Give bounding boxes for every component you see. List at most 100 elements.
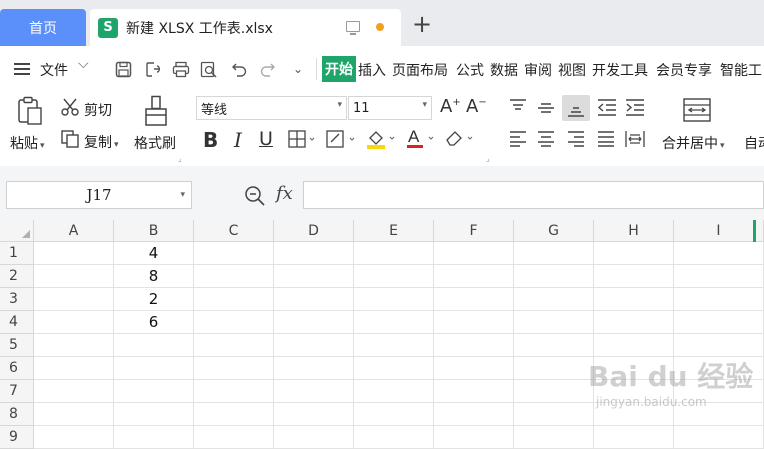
cell-d5[interactable] — [274, 334, 354, 357]
output-pdf-icon[interactable] — [142, 58, 164, 80]
menu-tab-start[interactable]: 开始 — [322, 56, 356, 82]
save-icon[interactable] — [112, 58, 134, 80]
cell-h5[interactable] — [594, 334, 674, 357]
distribute-icon[interactable] — [624, 129, 646, 153]
cell-a8[interactable] — [34, 403, 114, 426]
cell-e1[interactable] — [354, 242, 434, 265]
tab-home[interactable]: 首页 — [0, 9, 86, 46]
decrease-font-size-icon[interactable]: A− — [466, 96, 487, 117]
cell-d2[interactable] — [274, 265, 354, 288]
row-header-1[interactable]: 1 — [0, 242, 34, 265]
cell-e8[interactable] — [354, 403, 434, 426]
font-color-icon[interactable]: A — [406, 126, 438, 154]
insert-function-button[interactable]: fx — [276, 183, 293, 204]
cell-a3[interactable] — [34, 288, 114, 311]
cell-a6[interactable] — [34, 357, 114, 380]
font-name-select[interactable]: 等线 ▾ — [196, 96, 347, 120]
auto-wrap-button[interactable]: 自动 — [744, 133, 764, 153]
menu-tab-member[interactable]: 会员专享 — [656, 60, 712, 80]
cell-b1[interactable]: 4 — [114, 242, 194, 265]
print-icon[interactable] — [170, 58, 192, 80]
cell-f4[interactable] — [434, 311, 514, 334]
column-header-d[interactable]: D — [274, 220, 354, 242]
cell-i3[interactable] — [674, 288, 764, 311]
undo-icon[interactable] — [228, 58, 250, 80]
cell-e7[interactable] — [354, 380, 434, 403]
cell-d7[interactable] — [274, 380, 354, 403]
cell-d1[interactable] — [274, 242, 354, 265]
cell-i1[interactable] — [674, 242, 764, 265]
menu-tab-developer[interactable]: 开发工具 — [592, 60, 648, 80]
cell-g8[interactable] — [514, 403, 594, 426]
format-painter-button[interactable]: 格式刷 — [134, 133, 176, 153]
chevron-down-icon[interactable]: ⌵ — [78, 56, 89, 72]
column-header-b[interactable]: B — [114, 220, 194, 242]
row-header-5[interactable]: 5 — [0, 334, 34, 357]
name-box[interactable]: J17 ▾ — [6, 181, 192, 209]
italic-icon[interactable]: I — [234, 128, 242, 152]
fill-color-icon[interactable] — [366, 128, 398, 154]
cell-c5[interactable] — [194, 334, 274, 357]
cell-h2[interactable] — [594, 265, 674, 288]
cell-b7[interactable] — [114, 380, 194, 403]
cell-c1[interactable] — [194, 242, 274, 265]
cell-a7[interactable] — [34, 380, 114, 403]
cell-g3[interactable] — [514, 288, 594, 311]
cell-e4[interactable] — [354, 311, 434, 334]
clipboard-group-expand-icon[interactable]: ⌟ — [178, 154, 182, 163]
paste-icon[interactable] — [16, 96, 44, 130]
cell-i5[interactable] — [674, 334, 764, 357]
cell-b2[interactable]: 8 — [114, 265, 194, 288]
decrease-indent-icon[interactable] — [596, 98, 618, 122]
row-header-3[interactable]: 3 — [0, 288, 34, 311]
select-all-corner[interactable] — [0, 220, 34, 242]
cell-e3[interactable] — [354, 288, 434, 311]
cell-c4[interactable] — [194, 311, 274, 334]
quick-access-more-icon[interactable]: ⌄ — [287, 58, 309, 80]
align-left-icon[interactable] — [508, 130, 528, 152]
merge-center-button[interactable]: 合并居中 ▾ — [662, 133, 725, 153]
menu-tab-formulas[interactable]: 公式 — [456, 60, 484, 80]
align-top-icon[interactable] — [508, 98, 528, 122]
cell-g1[interactable] — [514, 242, 594, 265]
cell-f7[interactable] — [434, 380, 514, 403]
cell-c8[interactable] — [194, 403, 274, 426]
clear-format-icon[interactable] — [444, 128, 476, 152]
redo-icon[interactable] — [256, 58, 278, 80]
cell-c7[interactable] — [194, 380, 274, 403]
row-header-7[interactable]: 7 — [0, 380, 34, 403]
cell-g7[interactable] — [514, 380, 594, 403]
borders-icon[interactable] — [288, 130, 316, 152]
cell-a5[interactable] — [34, 334, 114, 357]
cell-g2[interactable] — [514, 265, 594, 288]
row-header-4[interactable]: 4 — [0, 311, 34, 334]
font-size-select[interactable]: 11 ▾ — [348, 96, 432, 120]
file-menu[interactable]: 文件 — [40, 60, 68, 80]
cell-b4[interactable]: 6 — [114, 311, 194, 334]
cell-e6[interactable] — [354, 357, 434, 380]
underline-icon[interactable]: U — [259, 128, 273, 150]
column-header-e[interactable]: E — [354, 220, 434, 242]
fill-style-icon[interactable] — [326, 130, 356, 152]
cell-i2[interactable] — [674, 265, 764, 288]
cell-f3[interactable] — [434, 288, 514, 311]
cell-b3[interactable]: 2 — [114, 288, 194, 311]
column-header-i[interactable]: I — [674, 220, 764, 242]
new-tab-button[interactable]: + — [412, 10, 432, 38]
cell-b6[interactable] — [114, 357, 194, 380]
merge-center-icon[interactable] — [682, 97, 712, 127]
align-center-icon[interactable] — [536, 130, 556, 152]
zoom-search-icon[interactable] — [244, 185, 266, 212]
menu-tab-review[interactable]: 审阅 — [524, 60, 552, 80]
column-header-h[interactable]: H — [594, 220, 674, 242]
formula-input[interactable] — [303, 181, 764, 209]
cell-g4[interactable] — [514, 311, 594, 334]
cell-d4[interactable] — [274, 311, 354, 334]
cell-c2[interactable] — [194, 265, 274, 288]
row-header-2[interactable]: 2 — [0, 265, 34, 288]
cell-a4[interactable] — [34, 311, 114, 334]
copy-button[interactable]: 复制 ▾ — [84, 132, 119, 152]
cell-d3[interactable] — [274, 288, 354, 311]
menu-tab-smart[interactable]: 智能工 — [720, 60, 762, 80]
column-header-a[interactable]: A — [34, 220, 114, 242]
